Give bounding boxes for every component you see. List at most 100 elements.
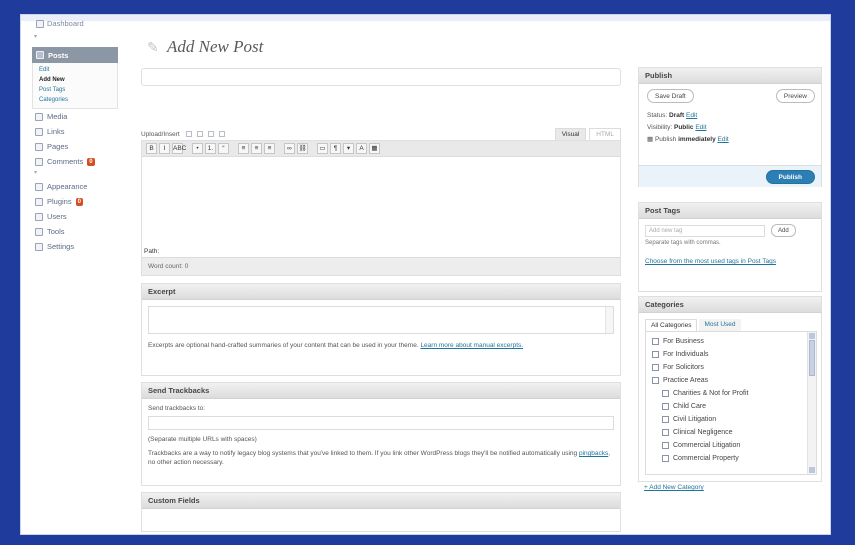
category-checkbox[interactable]: [652, 351, 659, 358]
add-audio-icon[interactable]: [207, 131, 214, 137]
posts-submenu-item[interactable]: Categories: [39, 95, 117, 105]
posts-submenu-item[interactable]: Post Tags: [39, 85, 117, 95]
sidebar-item-posts[interactable]: Posts: [32, 47, 118, 63]
excerpt-learn-more-link[interactable]: Learn more about manual excerpts.: [420, 342, 523, 349]
count-badge: 0: [87, 157, 95, 166]
publish-heading[interactable]: Publish: [639, 68, 821, 84]
trackbacks-input[interactable]: [148, 416, 614, 430]
preview-button[interactable]: Preview: [775, 89, 815, 103]
formatting-toolbar: B I ABC • 1. “≡ ≡ ≡ ∞ ⛓ ▭ ¶ ▾ A ▦: [142, 141, 620, 157]
category-label: Practice Areas: [663, 377, 709, 384]
category-checkbox[interactable]: [652, 338, 659, 345]
format-button[interactable]: ▦: [369, 143, 380, 154]
sidebar-item-tools[interactable]: Tools: [32, 224, 118, 239]
format-button[interactable]: A: [356, 143, 367, 154]
excerpt-scrollbar[interactable]: [605, 307, 613, 333]
post-editor[interactable]: B I ABC • 1. “≡ ≡ ≡ ∞ ⛓ ▭ ¶ ▾ A ▦ Path: Word count: 0: [141, 140, 621, 276]
format-button[interactable]: ⛓: [297, 143, 308, 154]
format-button[interactable]: ≡: [251, 143, 262, 154]
scroll-down-arrow[interactable]: [809, 467, 815, 473]
categories-heading[interactable]: Categories: [639, 297, 821, 313]
category-checkbox[interactable]: [652, 364, 659, 371]
excerpt-textarea[interactable]: [148, 306, 614, 334]
format-button[interactable]: ABC: [172, 143, 186, 154]
category-item[interactable]: For Business: [652, 336, 704, 347]
add-media-icon[interactable]: [218, 131, 225, 137]
appearance-icon: [35, 182, 43, 191]
scroll-thumb[interactable]: [809, 340, 815, 376]
publish-button[interactable]: Publish: [765, 170, 815, 184]
category-item[interactable]: Practice Areas: [652, 375, 708, 386]
post-tags-heading[interactable]: Post Tags: [639, 203, 821, 219]
category-item[interactable]: Commercial Litigation: [662, 440, 740, 451]
sidebar-item-dashboard[interactable]: Dashboard: [32, 15, 118, 33]
tab-html[interactable]: HTML: [589, 128, 621, 140]
pingbacks-link[interactable]: pingbacks: [579, 450, 608, 457]
category-item[interactable]: Civil Litigation: [662, 414, 716, 425]
tag-separator-hint: Separate tags with commas.: [645, 240, 721, 246]
add-tag-button[interactable]: Add: [771, 224, 796, 237]
tab-all-categories[interactable]: All Categories: [645, 319, 698, 331]
posts-submenu-item[interactable]: Add New: [39, 75, 117, 85]
format-button[interactable]: ¶: [330, 143, 341, 154]
format-button[interactable]: B: [146, 143, 157, 154]
sidebar-item-settings[interactable]: Settings: [32, 239, 118, 254]
edit-visibility-link[interactable]: Edit: [695, 124, 706, 131]
category-checkbox[interactable]: [662, 416, 669, 423]
scroll-up-arrow[interactable]: [809, 333, 815, 339]
trackbacks-label: Send trackbacks to:: [148, 405, 206, 412]
excerpt-heading[interactable]: Excerpt: [142, 284, 620, 300]
format-button[interactable]: ▾: [343, 143, 354, 154]
add-new-category-link[interactable]: + Add New Category: [644, 484, 704, 491]
sidebar-item-links[interactable]: Links: [32, 124, 118, 139]
category-item[interactable]: Commercial Property: [662, 453, 739, 464]
add-video-icon[interactable]: [196, 131, 203, 137]
category-checkbox[interactable]: [662, 390, 669, 397]
custom-fields-heading[interactable]: Custom Fields: [142, 493, 620, 509]
category-scrollbar[interactable]: [807, 332, 816, 474]
tab-most-used[interactable]: Most Used: [699, 319, 741, 331]
category-item[interactable]: For Solicitors: [652, 362, 704, 373]
sidebar-item-pages[interactable]: Pages: [32, 139, 118, 154]
tag-input[interactable]: Add new tag: [645, 225, 765, 237]
post-title-input[interactable]: [141, 68, 621, 86]
sidebar-item-comments[interactable]: Comments 0: [32, 154, 118, 169]
format-button[interactable]: ≡: [264, 143, 275, 154]
category-checklist: For Business For Individuals For Solicitor…: [645, 331, 817, 475]
format-button[interactable]: •: [192, 143, 203, 154]
sidebar-item-appearance[interactable]: Appearance: [32, 179, 118, 194]
edit-schedule-link[interactable]: Edit: [718, 136, 729, 143]
edit-status-link[interactable]: Edit: [686, 112, 697, 119]
page-title: Add New Post: [167, 37, 264, 56]
category-checkbox[interactable]: [652, 377, 659, 384]
category-checkbox[interactable]: [662, 403, 669, 410]
trackbacks-heading[interactable]: Send Trackbacks: [142, 383, 620, 399]
sidebar-item-users[interactable]: Users: [32, 209, 118, 224]
format-button[interactable]: ▭: [317, 143, 328, 154]
format-button[interactable]: I: [159, 143, 170, 154]
category-checkbox[interactable]: [662, 455, 669, 462]
format-button[interactable]: 1.: [205, 143, 216, 154]
format-button[interactable]: “: [218, 143, 229, 154]
category-item[interactable]: Clinical Negligence: [662, 427, 733, 438]
category-item[interactable]: Charities & Not for Profit: [662, 388, 748, 399]
sidebar-item-media[interactable]: Media: [32, 109, 118, 124]
save-draft-button[interactable]: Save Draft: [647, 89, 694, 103]
posts-submenu-item[interactable]: Edit: [39, 65, 117, 75]
category-checkbox[interactable]: [662, 442, 669, 449]
format-button[interactable]: ∞: [284, 143, 295, 154]
choose-tags-link[interactable]: Choose from the most used tags in Post T…: [645, 257, 815, 266]
media-buttons: [185, 131, 225, 137]
category-label: Commercial Litigation: [673, 442, 741, 449]
category-item[interactable]: Child Care: [662, 401, 706, 412]
category-item[interactable]: For Individuals: [652, 349, 709, 360]
word-count: Word count: 0: [142, 257, 620, 275]
admin-screen: Dashboard ▾ Posts Edit Add New Post Tags Ca…: [20, 14, 831, 535]
category-checkbox[interactable]: [662, 429, 669, 436]
visibility-row: Visibility: Public Edit: [647, 122, 729, 134]
format-button[interactable]: ≡: [238, 143, 249, 154]
add-image-icon[interactable]: [185, 131, 192, 137]
sidebar-item-plugins[interactable]: Plugins 0: [32, 194, 118, 209]
tab-visual[interactable]: Visual: [554, 128, 587, 140]
excerpt-box: Excerpt Excerpts are optional hand-craft…: [141, 283, 621, 376]
